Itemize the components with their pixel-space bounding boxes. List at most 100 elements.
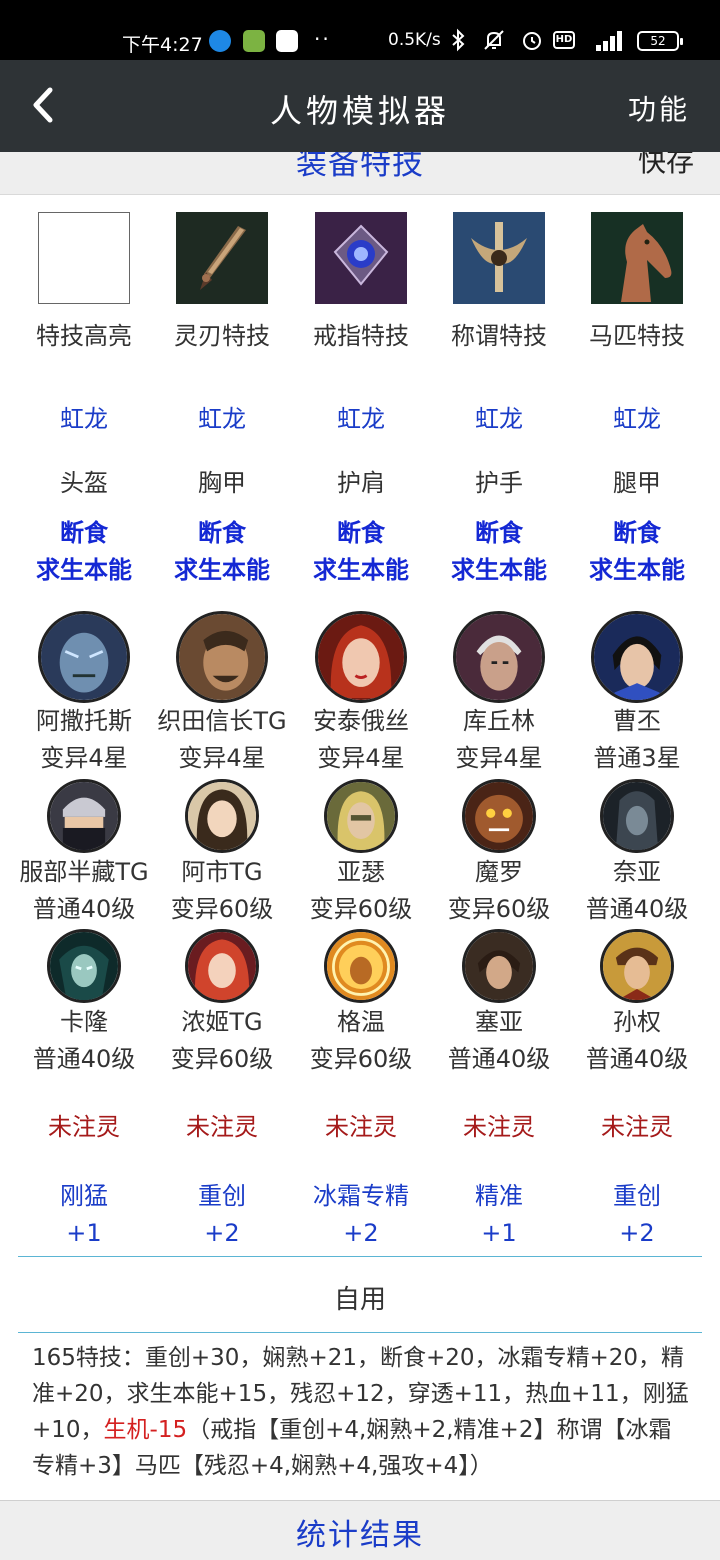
spirit-status[interactable]: 未注灵	[153, 1112, 291, 1142]
spirit-status[interactable]: 未注灵	[15, 1112, 153, 1142]
hero-name: 亚瑟	[337, 858, 385, 886]
equipment-set[interactable]: 虹龙	[153, 404, 291, 434]
hero-avatar[interactable]	[324, 779, 398, 853]
hero-name: 卡隆	[60, 1008, 108, 1036]
hero-level: 变异60级	[309, 1045, 413, 1073]
equipment-skill-2[interactable]: 求生本能	[292, 555, 430, 585]
app-header: 人物模拟器 功能	[0, 60, 720, 152]
bonus-value[interactable]: +2	[292, 1218, 430, 1248]
bonus-name[interactable]: 重创	[153, 1181, 291, 1211]
equipment-set[interactable]: 虹龙	[430, 404, 568, 434]
divider	[18, 1332, 702, 1333]
horse-icon	[591, 212, 683, 304]
hero-avatar[interactable]	[462, 779, 536, 853]
bonus-name[interactable]: 重创	[568, 1181, 706, 1211]
equipment-set[interactable]: 虹龙	[292, 404, 430, 434]
hero-avatar[interactable]	[176, 611, 268, 703]
k-app-icon	[209, 30, 231, 52]
hero-name: 魔罗	[475, 858, 523, 886]
hero-avatar[interactable]	[600, 779, 674, 853]
hero-level: 普通40级	[447, 1045, 551, 1073]
emblem-icon	[453, 212, 545, 304]
equipment-set[interactable]: 虹龙	[15, 404, 153, 434]
skill-label-blade: 灵刃特技	[174, 322, 270, 350]
hero-avatar[interactable]	[600, 929, 674, 1003]
equipment-skill-1[interactable]: 断食	[15, 518, 153, 548]
hero-name: 服部半藏TG	[19, 858, 149, 886]
hero-name: 孙权	[613, 1008, 661, 1036]
equipment-skill-1[interactable]: 断食	[568, 518, 706, 548]
hero-avatar[interactable]	[453, 611, 545, 703]
spirit-status[interactable]: 未注灵	[430, 1112, 568, 1142]
hero-avatar[interactable]	[324, 929, 398, 1003]
alarm-icon	[520, 28, 544, 52]
bonus-name[interactable]: 刚猛	[15, 1181, 153, 1211]
hero-name: 塞亚	[475, 1008, 523, 1036]
equipment-slot: 护手	[475, 469, 523, 497]
equipment-skill-2[interactable]: 求生本能	[430, 555, 568, 585]
hero-avatar[interactable]	[462, 929, 536, 1003]
equipment-skill-1[interactable]: 断食	[153, 518, 291, 548]
skill-label-highlight: 特技高亮	[36, 322, 132, 350]
bonus-value[interactable]: +1	[430, 1218, 568, 1248]
bonus-value[interactable]: +2	[568, 1218, 706, 1248]
skill-label-ring: 戒指特技	[313, 322, 409, 350]
hero-level: 普通40级	[585, 895, 689, 923]
ring-icon	[315, 212, 407, 304]
equipment-skill-title[interactable]: 装备特技	[0, 152, 720, 183]
hero-level: 变异60级	[170, 1045, 274, 1073]
hero-level: 变异60级	[170, 895, 274, 923]
skill-label-title: 称谓特技	[451, 322, 547, 350]
equipment-skill-2[interactable]: 求生本能	[15, 555, 153, 585]
hero-avatar[interactable]	[47, 779, 121, 853]
stats-result-button[interactable]: 统计结果	[0, 1500, 720, 1560]
bluetooth-icon	[446, 28, 470, 52]
equipment-skill-1[interactable]: 断食	[292, 518, 430, 548]
equipment-skill-1[interactable]: 断食	[430, 518, 568, 548]
self-use-label[interactable]: 自用	[0, 1279, 720, 1316]
download-app-icon	[243, 30, 265, 52]
bonus-name[interactable]: 精准	[430, 1181, 568, 1211]
equipment-skill-2[interactable]: 求生本能	[568, 555, 706, 585]
bonus-value[interactable]: +2	[153, 1218, 291, 1248]
summary-warning: 生机-15	[103, 1417, 188, 1443]
bonus-name[interactable]: 冰霜专精	[292, 1181, 430, 1211]
hero-name: 浓姬TG	[181, 1008, 263, 1036]
hero-avatar[interactable]	[38, 611, 130, 703]
mute-icon	[482, 28, 506, 52]
hero-name: 阿市TG	[181, 858, 263, 886]
quick-save-button[interactable]: 快存	[638, 152, 694, 180]
hero-level: 普通3星	[593, 744, 681, 772]
hero-avatar[interactable]	[315, 611, 407, 703]
hero-avatar[interactable]	[185, 929, 259, 1003]
signal-4g-icon	[586, 29, 626, 51]
equipment-slot: 头盔	[60, 469, 108, 497]
equipment-skill-2[interactable]: 求生本能	[153, 555, 291, 585]
hero-level: 普通40级	[585, 1045, 689, 1073]
function-menu-button[interactable]: 功能	[628, 88, 690, 128]
page-title: 人物模拟器	[269, 92, 450, 130]
equipment-slot: 胸甲	[198, 469, 246, 497]
battery-icon: 52	[637, 31, 683, 51]
bonus-value[interactable]: +1	[15, 1218, 153, 1248]
hero-name: 曹丕	[613, 707, 661, 735]
hero-level: 变异60级	[309, 895, 413, 923]
hero-name: 库丘林	[463, 707, 535, 735]
equipment-slot: 护肩	[337, 469, 385, 497]
status-time: 下午4:27	[122, 34, 203, 56]
hero-level: 变异60级	[447, 895, 551, 923]
hd-icon: HD	[553, 31, 575, 49]
hero-level: 变异4星	[317, 744, 405, 772]
hero-avatar[interactable]	[47, 929, 121, 1003]
equipment-set[interactable]: 虹龙	[568, 404, 706, 434]
dagger-icon	[176, 212, 268, 304]
spirit-status[interactable]: 未注灵	[568, 1112, 706, 1142]
equipment-slot: 腿甲	[613, 469, 661, 497]
network-speed: 0.5K/s	[388, 30, 441, 50]
blank-slot-icon	[38, 212, 130, 304]
hero-avatar[interactable]	[185, 779, 259, 853]
skill-label-horse: 马匹特技	[589, 322, 685, 350]
hero-avatar[interactable]	[591, 611, 683, 703]
spirit-status[interactable]: 未注灵	[292, 1112, 430, 1142]
hero-level: 变异4星	[455, 744, 543, 772]
